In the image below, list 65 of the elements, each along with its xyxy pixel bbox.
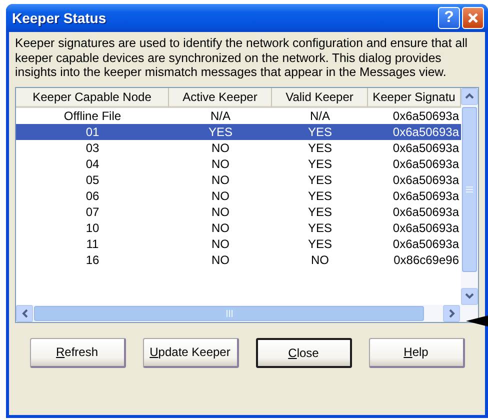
close-icon: [467, 12, 479, 24]
chevron-down-icon: [465, 293, 474, 299]
table-cell[interactable]: YES: [272, 236, 368, 252]
chevron-right-icon: [448, 308, 454, 318]
table-cell[interactable]: NO: [169, 236, 272, 252]
table-cell[interactable]: YES: [272, 220, 368, 236]
grip-icon: [226, 310, 232, 316]
table-cell[interactable]: 07: [16, 204, 169, 220]
table-cell[interactable]: 0x6a50693a: [368, 172, 461, 188]
table-cell[interactable]: YES: [169, 124, 272, 140]
table-cell[interactable]: NO: [169, 172, 272, 188]
table-cell[interactable]: 0x6a50693a: [368, 220, 461, 236]
table-cell[interactable]: 06: [16, 188, 169, 204]
table-cell[interactable]: 04: [16, 156, 169, 172]
grip-icon: [466, 186, 473, 192]
table-cell[interactable]: 16: [16, 252, 169, 268]
column-header[interactable]: Active Keeper: [169, 88, 272, 108]
table-cell[interactable]: 0x6a50693a: [368, 204, 461, 220]
column-header[interactable]: Keeper Capable Node: [16, 88, 169, 108]
table-cell[interactable]: NO: [169, 204, 272, 220]
table-cell[interactable]: 0x86c69e96: [368, 252, 461, 268]
table-cell[interactable]: YES: [272, 156, 368, 172]
table-cell[interactable]: 10: [16, 220, 169, 236]
column-header[interactable]: Valid Keeper: [272, 88, 368, 108]
table-cell[interactable]: 03: [16, 140, 169, 156]
table-cell[interactable]: NO: [169, 220, 272, 236]
table-cell[interactable]: 01: [16, 124, 169, 140]
dialog-button[interactable]: Help: [368, 338, 464, 368]
close-button[interactable]: [462, 7, 484, 29]
vertical-scroll-thumb[interactable]: [462, 106, 477, 272]
horizontal-scroll-thumb[interactable]: [34, 306, 424, 320]
table-cell[interactable]: N/A: [272, 108, 368, 124]
table-cell[interactable]: 0x6a50693a: [368, 108, 461, 124]
table-cell[interactable]: YES: [272, 188, 368, 204]
dialog-button[interactable]: Refresh: [30, 338, 126, 368]
chevron-left-icon: [22, 308, 28, 318]
table-cell[interactable]: YES: [272, 172, 368, 188]
table-cell[interactable]: 0x6a50693a: [368, 124, 461, 140]
dialog-button[interactable]: Close: [256, 338, 352, 368]
scroll-up-button[interactable]: [461, 88, 478, 104]
column-header[interactable]: Keeper Signatu: [368, 88, 461, 108]
table-cell[interactable]: NO: [169, 140, 272, 156]
table-cell[interactable]: N/A: [169, 108, 272, 124]
table-cell[interactable]: NO: [272, 252, 368, 268]
scroll-right-button[interactable]: [443, 304, 460, 322]
table-cell[interactable]: 0x6a50693a: [368, 188, 461, 204]
chevron-up-icon: [465, 93, 474, 99]
table-cell[interactable]: 11: [16, 236, 169, 252]
scroll-down-button[interactable]: [461, 288, 478, 304]
table-cell[interactable]: YES: [272, 124, 368, 140]
dialog-button[interactable]: Update Keeper: [142, 338, 238, 368]
table-cell[interactable]: NO: [169, 252, 272, 268]
callout-arrow-icon: [466, 314, 488, 328]
table-cell[interactable]: YES: [272, 204, 368, 220]
table-cell[interactable]: 0x6a50693a: [368, 236, 461, 252]
table-cell[interactable]: 05: [16, 172, 169, 188]
table-cell[interactable]: NO: [169, 188, 272, 204]
scroll-left-button[interactable]: [16, 304, 33, 322]
table-cell[interactable]: YES: [272, 140, 368, 156]
table-cell[interactable]: NO: [169, 156, 272, 172]
table-cell[interactable]: 0x6a50693a: [368, 140, 461, 156]
description-text: Keeper signatures are used to identify the network configuration and ensure that all keeper capable devices are synchronized on the network. This dialog provides insights into the keeper mismatch messages that appear in the Messages view.: [15, 36, 469, 80]
table-cell[interactable]: 0x6a50693a: [368, 156, 461, 172]
table-cell[interactable]: Offline File: [16, 108, 169, 124]
window-title: Keeper Status: [12, 10, 108, 26]
